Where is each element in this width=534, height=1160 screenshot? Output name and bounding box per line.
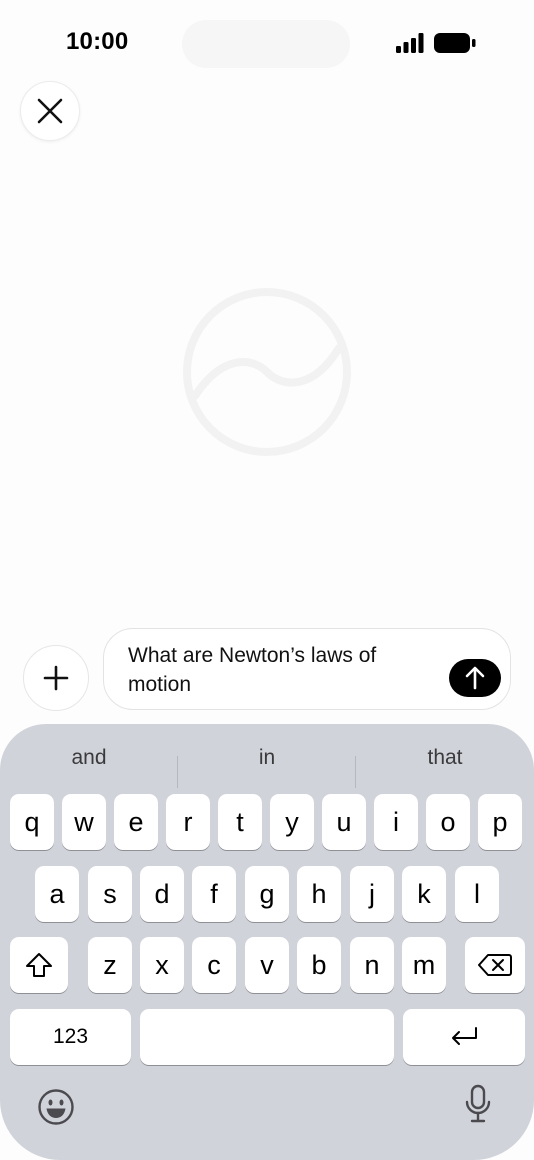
key-m[interactable]: m	[402, 937, 446, 993]
key-t[interactable]: t	[218, 794, 262, 850]
plus-icon	[43, 665, 69, 691]
numbers-key[interactable]: 123	[10, 1009, 131, 1065]
key-d[interactable]: d	[140, 866, 184, 922]
suggestion-item[interactable]: that	[356, 738, 534, 778]
key-h[interactable]: h	[297, 866, 341, 922]
key-r[interactable]: r	[166, 794, 210, 850]
key-a[interactable]: a	[35, 866, 79, 922]
emoji-icon[interactable]	[37, 1088, 75, 1126]
key-b[interactable]: b	[297, 937, 341, 993]
space-key[interactable]	[140, 1009, 394, 1065]
return-key[interactable]	[403, 1009, 525, 1065]
key-z[interactable]: z	[88, 937, 132, 993]
key-c[interactable]: c	[192, 937, 236, 993]
key-y[interactable]: y	[270, 794, 314, 850]
key-k[interactable]: k	[402, 866, 446, 922]
message-input[interactable]: What are Newton’s laws of motion	[103, 628, 511, 710]
signal-icon	[396, 33, 424, 53]
dynamic-island	[182, 20, 350, 68]
openai-logo-icon	[183, 288, 351, 456]
mic-icon[interactable]	[464, 1084, 492, 1124]
key-l[interactable]: l	[455, 866, 499, 922]
key-q[interactable]: q	[10, 794, 54, 850]
message-input-text: What are Newton’s laws of motion	[128, 644, 377, 696]
return-icon	[452, 1027, 477, 1045]
suggestion-item[interactable]: in	[178, 738, 356, 778]
keyboard: and in that q w e r t y u i o p a s d f …	[0, 724, 534, 1160]
key-j[interactable]: j	[350, 866, 394, 922]
key-e[interactable]: e	[114, 794, 158, 850]
key-g[interactable]: g	[245, 866, 289, 922]
shift-icon	[26, 953, 52, 977]
send-button[interactable]	[449, 659, 501, 697]
add-attachment-button[interactable]	[23, 645, 89, 711]
key-w[interactable]: w	[62, 794, 106, 850]
status-time: 10:00	[66, 28, 129, 55]
arrow-up-icon	[465, 666, 485, 690]
suggestion-bar: and in that	[0, 738, 534, 788]
key-p[interactable]: p	[478, 794, 522, 850]
key-n[interactable]: n	[350, 937, 394, 993]
key-f[interactable]: f	[192, 866, 236, 922]
close-icon	[37, 98, 63, 124]
key-x[interactable]: x	[140, 937, 184, 993]
suggestion-item[interactable]: and	[0, 738, 178, 778]
battery-icon	[434, 33, 476, 53]
key-i[interactable]: i	[374, 794, 418, 850]
key-s[interactable]: s	[88, 866, 132, 922]
shift-key[interactable]	[10, 937, 68, 993]
status-bar: 10:00	[0, 0, 534, 80]
backspace-key[interactable]	[465, 937, 525, 993]
key-o[interactable]: o	[426, 794, 470, 850]
key-u[interactable]: u	[322, 794, 366, 850]
key-v[interactable]: v	[245, 937, 289, 993]
backspace-icon	[478, 954, 512, 976]
close-button[interactable]	[20, 81, 80, 141]
